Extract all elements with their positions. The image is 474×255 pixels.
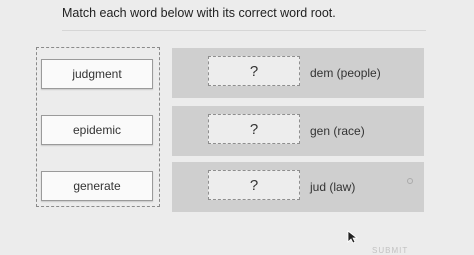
drop-slot[interactable]: ?	[208, 170, 300, 200]
root-label: dem (people)	[310, 66, 381, 80]
match-row: ? gen (race)	[172, 106, 424, 156]
instruction-text: Match each word below with its correct w…	[62, 6, 336, 20]
divider	[62, 30, 426, 31]
word-card-judgment[interactable]: judgment	[41, 59, 153, 89]
decorative-dot	[407, 178, 413, 184]
word-card-generate[interactable]: generate	[41, 171, 153, 201]
drop-slot[interactable]: ?	[208, 114, 300, 144]
root-label: jud (law)	[310, 180, 356, 194]
drop-slot[interactable]: ?	[208, 56, 300, 86]
mouse-pointer-icon	[347, 230, 359, 244]
word-card-epidemic[interactable]: epidemic	[41, 115, 153, 145]
root-label: gen (race)	[310, 124, 365, 138]
match-row: ? dem (people)	[172, 48, 424, 98]
match-row: ? jud (law)	[172, 162, 424, 212]
